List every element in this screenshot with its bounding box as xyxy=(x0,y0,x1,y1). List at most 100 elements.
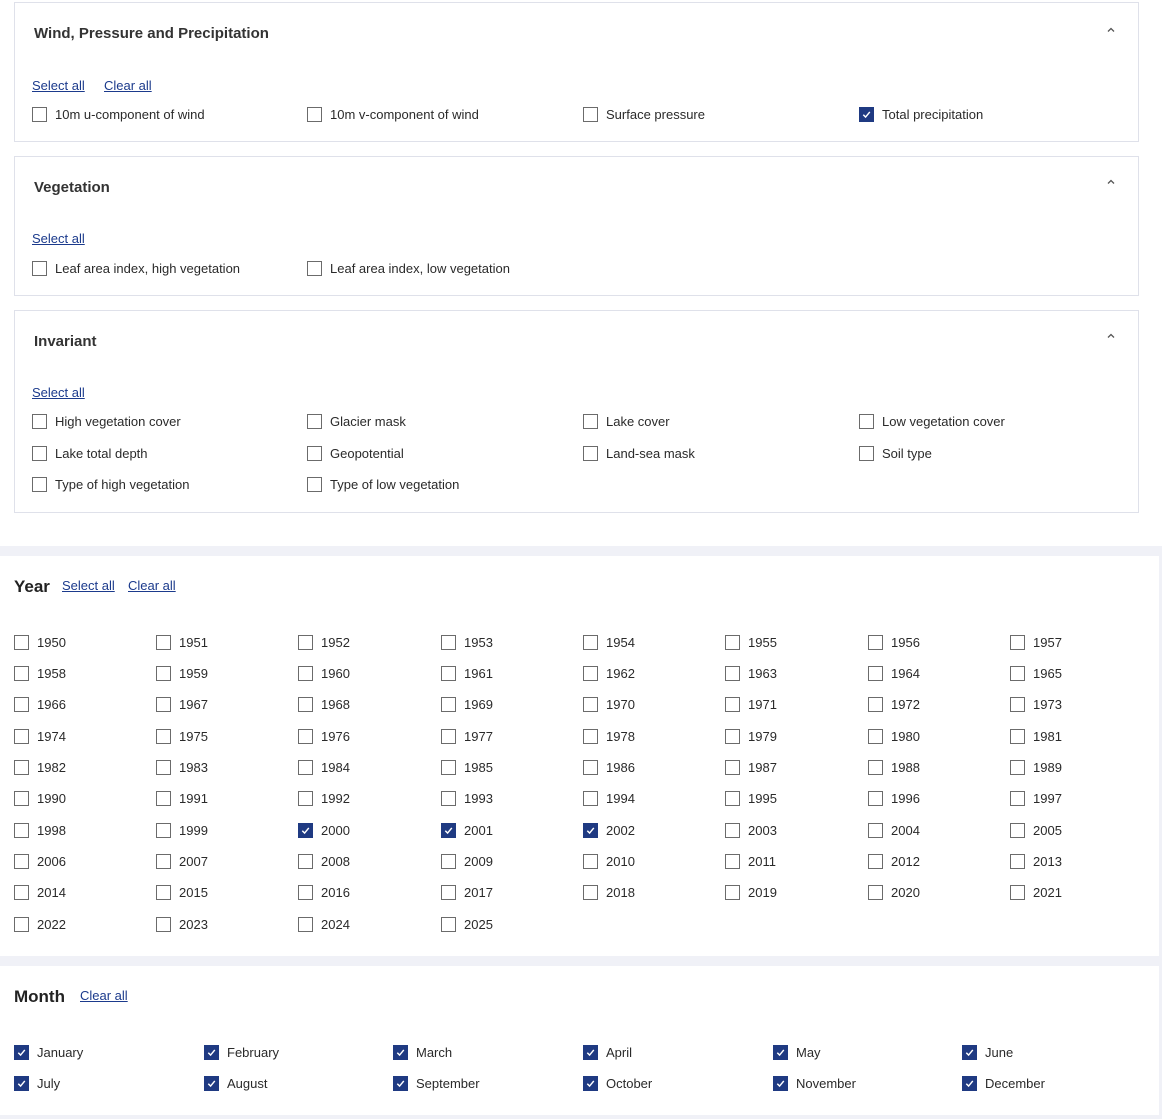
checkbox-1994[interactable]: 1994 xyxy=(583,791,635,806)
checkbox-box[interactable] xyxy=(441,885,456,900)
checkbox-1999[interactable]: 1999 xyxy=(156,823,208,838)
chevron-up-icon[interactable] xyxy=(1106,331,1116,341)
checkbox-october[interactable]: October xyxy=(583,1076,652,1091)
checkbox-1951[interactable]: 1951 xyxy=(156,635,208,650)
checkbox-box[interactable] xyxy=(583,697,598,712)
checkbox-box[interactable] xyxy=(725,823,740,838)
checkbox-1958[interactable]: 1958 xyxy=(14,666,66,681)
checkbox-box[interactable] xyxy=(14,854,29,869)
checkbox-2013[interactable]: 2013 xyxy=(1010,854,1062,869)
checkbox-2025[interactable]: 2025 xyxy=(441,917,493,932)
checkbox-1973[interactable]: 1973 xyxy=(1010,697,1062,712)
checkbox-10m-u-component-of-wind[interactable]: 10m u-component of wind xyxy=(32,107,205,122)
checkbox-box[interactable] xyxy=(32,261,47,276)
checkbox-2009[interactable]: 2009 xyxy=(441,854,493,869)
checkbox-1959[interactable]: 1959 xyxy=(156,666,208,681)
checkbox-box[interactable] xyxy=(583,760,598,775)
checkbox-box[interactable] xyxy=(868,791,883,806)
checkbox-box[interactable] xyxy=(14,697,29,712)
year-clear-all-link[interactable]: Clear all xyxy=(128,578,176,593)
checkbox-2021[interactable]: 2021 xyxy=(1010,885,1062,900)
checkbox-box[interactable] xyxy=(156,729,171,744)
checkbox-box[interactable] xyxy=(156,635,171,650)
checkbox-box[interactable] xyxy=(14,635,29,650)
checkbox-1961[interactable]: 1961 xyxy=(441,666,493,681)
checkbox-lake-total-depth[interactable]: Lake total depth xyxy=(32,446,148,461)
checkbox-box[interactable] xyxy=(868,729,883,744)
checkbox-type-of-high-vegetation[interactable]: Type of high vegetation xyxy=(32,477,189,492)
checkbox-2022[interactable]: 2022 xyxy=(14,917,66,932)
checkbox-2024[interactable]: 2024 xyxy=(298,917,350,932)
checkbox-type-of-low-vegetation[interactable]: Type of low vegetation xyxy=(307,477,459,492)
checkbox-box[interactable] xyxy=(725,760,740,775)
checkbox-2010[interactable]: 2010 xyxy=(583,854,635,869)
checkbox-march[interactable]: March xyxy=(393,1045,452,1060)
checkbox-box[interactable] xyxy=(583,446,598,461)
checkbox-box[interactable] xyxy=(32,477,47,492)
checkbox-box[interactable] xyxy=(14,791,29,806)
checkbox-1970[interactable]: 1970 xyxy=(583,697,635,712)
checkbox-1998[interactable]: 1998 xyxy=(14,823,66,838)
checkbox-box[interactable] xyxy=(725,666,740,681)
checkbox-november[interactable]: November xyxy=(773,1076,856,1091)
checkbox-glacier-mask[interactable]: Glacier mask xyxy=(307,414,406,429)
checkbox-box[interactable] xyxy=(14,760,29,775)
checkbox-box[interactable] xyxy=(859,107,874,122)
checkbox-box[interactable] xyxy=(156,823,171,838)
checkbox-box[interactable] xyxy=(583,885,598,900)
checkbox-box[interactable] xyxy=(298,791,313,806)
checkbox-box[interactable] xyxy=(859,414,874,429)
checkbox-box[interactable] xyxy=(307,107,322,122)
checkbox-box[interactable] xyxy=(441,635,456,650)
checkbox-1971[interactable]: 1971 xyxy=(725,697,777,712)
checkbox-box[interactable] xyxy=(307,261,322,276)
checkbox-box[interactable] xyxy=(1010,729,1025,744)
checkbox-1974[interactable]: 1974 xyxy=(14,729,66,744)
checkbox-1965[interactable]: 1965 xyxy=(1010,666,1062,681)
checkbox-box[interactable] xyxy=(307,477,322,492)
checkbox-box[interactable] xyxy=(859,446,874,461)
checkbox-box[interactable] xyxy=(298,635,313,650)
checkbox-1967[interactable]: 1967 xyxy=(156,697,208,712)
checkbox-1969[interactable]: 1969 xyxy=(441,697,493,712)
checkbox-box[interactable] xyxy=(1010,791,1025,806)
checkbox-10m-v-component-of-wind[interactable]: 10m v-component of wind xyxy=(307,107,479,122)
checkbox-2003[interactable]: 2003 xyxy=(725,823,777,838)
checkbox-box[interactable] xyxy=(962,1076,977,1091)
checkbox-box[interactable] xyxy=(204,1045,219,1060)
checkbox-may[interactable]: May xyxy=(773,1045,821,1060)
checkbox-box[interactable] xyxy=(393,1045,408,1060)
checkbox-1990[interactable]: 1990 xyxy=(14,791,66,806)
checkbox-1983[interactable]: 1983 xyxy=(156,760,208,775)
checkbox-box[interactable] xyxy=(156,885,171,900)
checkbox-august[interactable]: August xyxy=(204,1076,267,1091)
checkbox-lake-cover[interactable]: Lake cover xyxy=(583,414,670,429)
checkbox-box[interactable] xyxy=(583,107,598,122)
checkbox-april[interactable]: April xyxy=(583,1045,632,1060)
checkbox-2023[interactable]: 2023 xyxy=(156,917,208,932)
checkbox-box[interactable] xyxy=(32,446,47,461)
checkbox-box[interactable] xyxy=(156,791,171,806)
select-all-link[interactable]: Select all xyxy=(32,385,85,400)
checkbox-box[interactable] xyxy=(14,1045,29,1060)
checkbox-box[interactable] xyxy=(725,729,740,744)
checkbox-1956[interactable]: 1956 xyxy=(868,635,920,650)
checkbox-1977[interactable]: 1977 xyxy=(441,729,493,744)
checkbox-1987[interactable]: 1987 xyxy=(725,760,777,775)
checkbox-box[interactable] xyxy=(583,414,598,429)
checkbox-box[interactable] xyxy=(156,697,171,712)
checkbox-box[interactable] xyxy=(441,729,456,744)
chevron-up-icon[interactable] xyxy=(1106,25,1116,35)
checkbox-box[interactable] xyxy=(583,729,598,744)
checkbox-box[interactable] xyxy=(298,823,313,838)
checkbox-box[interactable] xyxy=(1010,823,1025,838)
checkbox-box[interactable] xyxy=(14,823,29,838)
checkbox-box[interactable] xyxy=(14,917,29,932)
checkbox-1993[interactable]: 1993 xyxy=(441,791,493,806)
checkbox-1954[interactable]: 1954 xyxy=(583,635,635,650)
checkbox-box[interactable] xyxy=(868,823,883,838)
year-select-all-link[interactable]: Select all xyxy=(62,578,115,593)
checkbox-box[interactable] xyxy=(868,885,883,900)
checkbox-leaf-area-index-high-vegetation[interactable]: Leaf area index, high vegetation xyxy=(32,261,240,276)
checkbox-box[interactable] xyxy=(204,1076,219,1091)
